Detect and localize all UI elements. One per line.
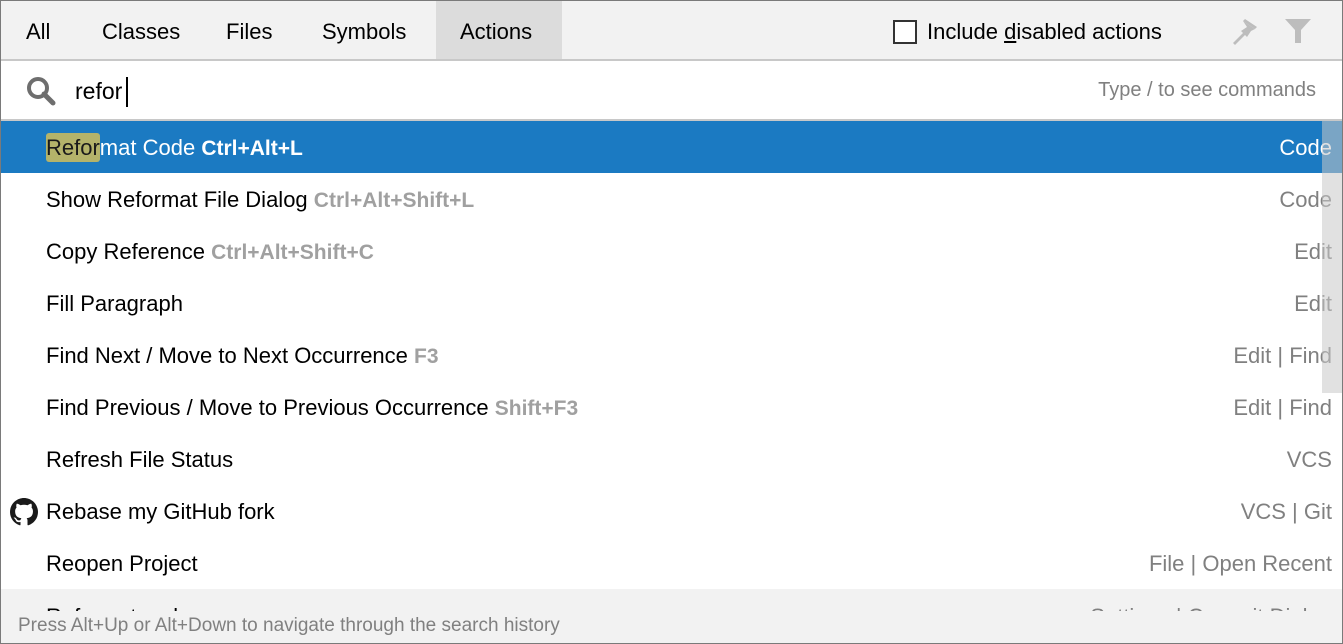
search-input[interactable]	[75, 73, 975, 109]
footer-hint: Press Alt+Up or Alt+Down to navigate thr…	[18, 615, 560, 636]
result-shortcut: Ctrl+Alt+L	[201, 137, 303, 160]
tab-bar: All Classes Files Symbols Actions Includ…	[1, 1, 1342, 61]
result-shortcut: Ctrl+Alt+Shift+L	[313, 189, 475, 212]
result-category: Edit | Find	[1233, 343, 1332, 368]
result-name-text: Find Next / Move to Next Occurrence	[46, 343, 408, 368]
result-name-text: Show Reformat File Dialog	[46, 187, 308, 212]
filter-icon[interactable]	[1283, 17, 1313, 45]
result-name: Find Previous / Move to Previous Occurre…	[46, 381, 578, 436]
result-item[interactable]: Show Reformat File Dialog Ctrl+Alt+Shift…	[1, 173, 1342, 225]
tab-actions[interactable]: Actions	[436, 1, 562, 59]
result-category-partial: Settings | Commit Dialog	[1090, 595, 1332, 611]
result-name: Copy Reference Ctrl+Alt+Shift+C	[46, 225, 374, 280]
result-name: Refresh File Status	[46, 433, 233, 487]
result-name: Fill Paragraph	[46, 277, 183, 331]
results-list: Reformat Code Ctrl+Alt+L Code Show Refor…	[1, 121, 1342, 591]
search-bar: Type / to see commands	[1, 61, 1342, 121]
result-name: Show Reformat File Dialog Ctrl+Alt+Shift…	[46, 173, 474, 228]
match-highlight: Refor	[46, 133, 100, 162]
text-caret	[126, 77, 128, 107]
search-everywhere-popup: All Classes Files Symbols Actions Includ…	[0, 0, 1343, 644]
mnemonic-letter: d	[1004, 19, 1017, 44]
result-item[interactable]: Reformat Code Ctrl+Alt+L Code	[1, 121, 1342, 173]
tab-files[interactable]: Files	[202, 1, 296, 59]
result-item[interactable]: Fill Paragraph Edit	[1, 277, 1342, 329]
tab-symbols[interactable]: Symbols	[298, 1, 430, 59]
result-shortcut: Shift+F3	[494, 397, 579, 420]
label-text: Include	[927, 19, 1005, 44]
result-category: VCS	[1286, 447, 1332, 472]
include-disabled-checkbox[interactable]	[893, 20, 917, 44]
results-scrollbar[interactable]	[1322, 121, 1342, 393]
result-name: Reopen Project	[46, 537, 198, 591]
result-name: Find Next / Move to Next Occurrence F3	[46, 329, 439, 384]
tab-all[interactable]: All	[2, 1, 74, 59]
pin-icon[interactable]	[1229, 15, 1261, 47]
result-name-text: Copy Reference	[46, 239, 205, 264]
result-category: File | Open Recent	[1148, 551, 1332, 576]
result-name-rest: mat Code	[99, 135, 196, 160]
result-item[interactable]: Rebase my GitHub fork VCS | Git	[1, 485, 1342, 537]
result-item[interactable]: Find Next / Move to Next Occurrence F3 E…	[1, 329, 1342, 381]
result-name-text: Rebase my GitHub fork	[46, 499, 275, 524]
result-item[interactable]: Refresh File Status VCS	[1, 433, 1342, 485]
result-name-text: Fill Paragraph	[46, 291, 183, 316]
result-category: VCS | Git	[1240, 499, 1332, 524]
include-disabled-label[interactable]: Include disabled actions	[927, 1, 1162, 59]
result-item[interactable]: Copy Reference Ctrl+Alt+Shift+C Edit	[1, 225, 1342, 277]
tab-classes[interactable]: Classes	[78, 1, 204, 59]
result-shortcut: F3	[414, 345, 439, 368]
result-name-text: Find Previous / Move to Previous Occurre…	[46, 395, 489, 420]
github-icon	[10, 498, 38, 526]
result-name-text: Refresh File Status	[46, 447, 234, 472]
result-name: Rebase my GitHub fork	[46, 485, 275, 539]
result-item[interactable]: Find Previous / Move to Previous Occurre…	[1, 381, 1342, 433]
result-name-text: Reopen Project	[46, 551, 198, 576]
result-shortcut: Ctrl+Alt+Shift+C	[211, 241, 374, 264]
label-text: isabled actions	[1016, 19, 1162, 44]
result-category: Edit | Find	[1233, 395, 1332, 420]
status-footer: Reformat code Settings | Commit Dialog P…	[1, 589, 1342, 643]
result-item-partial[interactable]: Reformat code	[46, 595, 190, 611]
search-hint: Type / to see commands	[1098, 79, 1316, 101]
search-icon	[27, 77, 56, 106]
result-item[interactable]: Reopen Project File | Open Recent	[1, 537, 1342, 589]
result-name: Reformat Code Ctrl+Alt+L	[46, 121, 303, 176]
